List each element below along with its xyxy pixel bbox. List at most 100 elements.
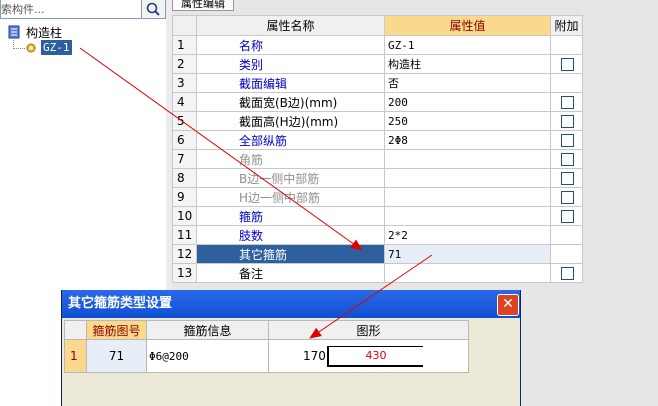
- row-number: 13: [172, 263, 197, 283]
- dialog-info-cell[interactable]: Φ6@200: [146, 339, 269, 373]
- property-value-cell[interactable]: 200: [384, 92, 551, 112]
- property-value-cell[interactable]: 71: [384, 244, 551, 264]
- extra-cell[interactable]: [550, 54, 583, 74]
- tree-child-label: GZ-1: [41, 40, 72, 55]
- dialog-header-fig-no[interactable]: 箍筋图号: [86, 320, 147, 340]
- other-stirrup-dialog: 其它箍筋类型设置 ✕ 箍筋图号 箍筋信息 图形 1 71 Φ6@200 170 …: [61, 290, 521, 406]
- extra-checkbox[interactable]: [561, 58, 574, 71]
- column-component-icon: [8, 25, 20, 39]
- table-row[interactable]: 7 角筋: [172, 149, 583, 169]
- row-number: 4: [172, 92, 197, 112]
- row-number: 11: [172, 225, 197, 245]
- extra-cell[interactable]: [550, 206, 583, 226]
- table-row[interactable]: 4 截面宽(B边)(mm) 200: [172, 92, 583, 112]
- property-value-cell[interactable]: 2Φ8: [384, 130, 551, 150]
- extra-checkbox[interactable]: [561, 134, 574, 147]
- extra-cell[interactable]: [550, 111, 583, 131]
- stirrup-shape-drawing: 430: [327, 346, 423, 367]
- table-row[interactable]: 6 全部纵筋 2Φ8: [172, 130, 583, 150]
- dialog-header-num: [64, 320, 87, 340]
- search-placeholder: 索构件...: [1, 3, 45, 16]
- property-name-cell[interactable]: B边一侧中部筋: [196, 168, 385, 188]
- dialog-titlebar[interactable]: 其它箍筋类型设置 ✕: [62, 290, 520, 318]
- table-row[interactable]: 11 肢数 2*2: [172, 225, 583, 245]
- extra-cell[interactable]: [550, 187, 583, 207]
- table-row[interactable]: 1 名称 GZ-1: [172, 35, 583, 55]
- row-number: 3: [172, 73, 197, 93]
- extra-checkbox[interactable]: [561, 210, 574, 223]
- property-value-cell[interactable]: [384, 263, 551, 283]
- extra-checkbox[interactable]: [561, 96, 574, 109]
- property-value-cell[interactable]: [384, 187, 551, 207]
- tree-root-label: 构造柱: [26, 26, 63, 40]
- table-row[interactable]: 8 B边一侧中部筋: [172, 168, 583, 188]
- property-value-cell[interactable]: [384, 168, 551, 188]
- header-property-value[interactable]: 属性值: [384, 15, 551, 36]
- header-extra[interactable]: 附加: [550, 15, 583, 36]
- property-value-cell[interactable]: [384, 206, 551, 226]
- extra-cell[interactable]: [550, 92, 583, 112]
- dialog-fig-no-cell[interactable]: 71: [86, 339, 147, 373]
- property-table: 属性名称 属性值 附加 1 名称 GZ-1 2 类别 构造柱 3 截面编辑否 4 截面宽(B边)(…: [172, 15, 583, 283]
- table-row[interactable]: 9 H边一侧中部筋: [172, 187, 583, 207]
- property-value-cell[interactable]: 否: [384, 73, 551, 93]
- header-num: [172, 15, 197, 36]
- row-number: 6: [172, 130, 197, 150]
- property-name-cell[interactable]: 类别: [196, 54, 385, 74]
- extra-checkbox[interactable]: [561, 115, 574, 128]
- table-row[interactable]: 2 类别 构造柱: [172, 54, 583, 74]
- shape-left-value: 170: [303, 349, 326, 363]
- extra-cell: [550, 73, 583, 93]
- property-name-cell[interactable]: 角筋: [196, 149, 385, 169]
- property-name-cell[interactable]: H边一侧中部筋: [196, 187, 385, 207]
- property-name-cell[interactable]: 备注: [196, 263, 385, 283]
- extra-cell[interactable]: [550, 130, 583, 150]
- property-value-cell[interactable]: 2*2: [384, 225, 551, 245]
- property-value-cell[interactable]: 构造柱: [384, 54, 551, 74]
- property-value-cell[interactable]: 250: [384, 111, 551, 131]
- dialog-title: 其它箍筋类型设置: [68, 296, 173, 311]
- shape-length-value: 430: [365, 349, 387, 362]
- table-row[interactable]: 12 其它箍筋 71: [172, 244, 583, 264]
- property-value-cell[interactable]: GZ-1: [384, 35, 551, 55]
- row-number: 7: [172, 149, 197, 169]
- dialog-row-num: 1: [64, 339, 87, 373]
- property-name-cell[interactable]: 名称: [196, 35, 385, 55]
- property-name-cell[interactable]: 其它箍筋: [196, 244, 385, 264]
- extra-cell[interactable]: [550, 149, 583, 169]
- extra-checkbox[interactable]: [561, 172, 574, 185]
- extra-checkbox[interactable]: [561, 191, 574, 204]
- property-name-cell[interactable]: 截面高(H边)(mm): [196, 111, 385, 131]
- property-name-cell[interactable]: 截面宽(B边)(mm): [196, 92, 385, 112]
- dialog-header-shape[interactable]: 图形: [268, 320, 469, 340]
- row-number: 12: [172, 244, 197, 264]
- extra-cell: [550, 225, 583, 245]
- extra-checkbox[interactable]: [561, 267, 574, 280]
- header-property-name[interactable]: 属性名称: [196, 15, 385, 36]
- tab-property-edit[interactable]: 属性编辑: [172, 0, 234, 11]
- extra-checkbox[interactable]: [561, 153, 574, 166]
- property-name-cell[interactable]: 截面编辑: [196, 73, 385, 93]
- table-row[interactable]: 5 截面高(H边)(mm) 250: [172, 111, 583, 131]
- extra-cell: [550, 244, 583, 264]
- extra-cell[interactable]: [550, 263, 583, 283]
- search-button[interactable]: [141, 0, 166, 19]
- property-name-cell[interactable]: 全部纵筋: [196, 130, 385, 150]
- row-number: 9: [172, 187, 197, 207]
- table-row[interactable]: 3 截面编辑否: [172, 73, 583, 93]
- table-row[interactable]: 10 箍筋: [172, 206, 583, 226]
- property-name-cell[interactable]: 箍筋: [196, 206, 385, 226]
- row-number: 8: [172, 168, 197, 188]
- row-number: 10: [172, 206, 197, 226]
- extra-cell[interactable]: [550, 168, 583, 188]
- extra-cell: [550, 35, 583, 55]
- search-icon: [146, 2, 160, 16]
- row-number: 2: [172, 54, 197, 74]
- property-name-cell[interactable]: 肢数: [196, 225, 385, 245]
- property-value-cell[interactable]: [384, 149, 551, 169]
- table-row[interactable]: 13 备注: [172, 263, 583, 283]
- close-icon[interactable]: ✕: [497, 294, 519, 316]
- search-input[interactable]: 索构件...: [0, 0, 144, 19]
- dialog-header-info[interactable]: 箍筋信息: [146, 320, 269, 340]
- row-number: 1: [172, 35, 197, 55]
